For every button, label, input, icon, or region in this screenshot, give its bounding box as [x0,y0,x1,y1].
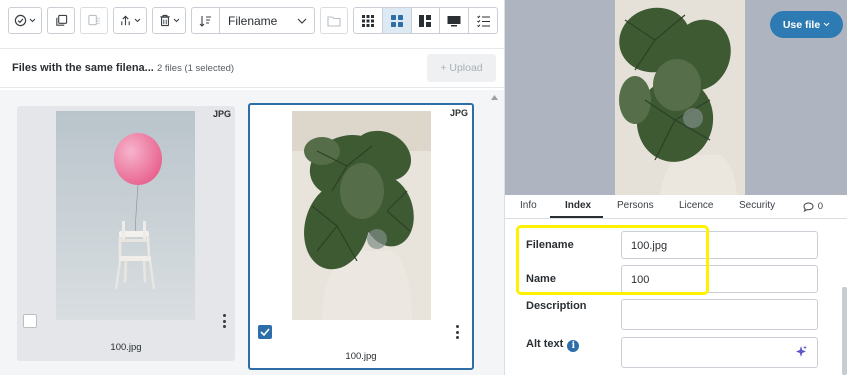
select-menu-button[interactable] [8,7,42,34]
file-checkbox-checked[interactable] [258,325,272,339]
delete-menu-button[interactable] [152,7,186,34]
select-frame-icon [88,14,100,26]
details-scrollbar[interactable] [842,287,847,375]
info-icon[interactable]: i [567,340,580,352]
chevron-down-icon [173,18,179,23]
more-options-icon[interactable] [221,314,227,328]
file-name: 100.jpg [110,342,142,353]
alt-text-field[interactable] [621,337,818,368]
masonry-icon [419,14,432,27]
name-label: Name [526,273,556,285]
sort-field-value: Filename [228,13,278,28]
monstera-plant-image [615,0,745,195]
sort-field-select[interactable]: Filename [220,8,314,33]
results-count: 2 files (1 selected) [157,63,235,74]
check-circle-icon [14,14,27,27]
results-info-bar: Files with the same filena... 2 files (1… [0,48,504,88]
filename-field[interactable]: 100.jpg [621,231,818,259]
name-field[interactable]: 100 [621,265,818,293]
select-area-button[interactable] [80,7,108,34]
copy-icon [55,14,67,26]
use-file-label: Use file [782,18,821,31]
comments-count: 0 [817,201,823,212]
balloon-chair-image [56,111,195,320]
file-checkbox[interactable] [23,314,37,328]
comment-icon [803,201,814,212]
preview-image [615,0,745,195]
folder-button[interactable] [320,7,348,34]
tab-info[interactable]: Info [520,200,537,211]
tab-licence[interactable]: Licence [679,200,713,211]
share-icon [121,15,130,26]
details-pane: Use file Info Index Persons Licence Secu… [504,0,847,375]
chevron-down-icon [823,22,830,27]
checkmark-icon [260,328,270,336]
file-grid: JPG 100.jpg JPG 100.jpg [0,90,504,375]
folder-icon [327,15,341,27]
duplicate-button[interactable] [47,7,75,34]
view-single-button[interactable] [440,8,470,33]
monitor-icon [447,15,461,26]
tab-index[interactable]: Index [565,200,591,211]
detail-tabs: Info Index Persons Licence Security 0 [505,195,847,219]
checklist-icon [476,14,490,27]
chevron-down-icon [29,18,36,23]
image-preview: Use file [505,0,847,195]
monstera-plant-image [292,111,431,320]
ai-sparkle-icon[interactable] [795,345,807,358]
view-mode-group [353,7,498,34]
index-form: Filename 100.jpg Name 100 Description Al… [505,220,847,375]
tab-persons[interactable]: Persons [617,200,654,211]
active-tab-indicator [550,216,603,218]
toolbar: Filename [0,0,504,42]
file-thumbnail [292,111,431,320]
grid-9-icon [361,14,374,27]
scroll-up-arrow-icon[interactable] [491,95,498,100]
file-card-selected[interactable]: JPG 100.jpg [248,103,474,370]
share-menu-button[interactable] [113,7,147,34]
sort-control: Filename [191,7,315,34]
file-browser-pane: Filename Files with the same filena... 2… [0,0,504,375]
upload-button[interactable]: + Upload [427,54,496,82]
chevron-down-icon [297,18,307,24]
view-small-grid-button[interactable] [354,8,383,33]
results-title: Files with the same filena... [12,62,154,74]
trash-icon [159,14,170,27]
file-type-badge: JPG [212,109,231,119]
view-large-grid-button[interactable] [382,8,412,33]
file-thumbnail [56,111,195,320]
more-options-icon[interactable] [454,325,460,339]
alt-text-label: Alt text i [526,338,580,352]
file-card[interactable]: JPG 100.jpg [17,106,235,361]
view-list-button[interactable] [469,8,497,33]
sort-direction-button[interactable] [192,8,220,33]
tab-security[interactable]: Security [739,200,775,211]
file-type-badge: JPG [449,108,468,118]
comments-button[interactable]: 0 [803,201,823,212]
grid-4-icon [390,14,403,27]
use-file-button[interactable]: Use file [770,11,843,38]
alt-text-label-text: Alt text [526,338,564,350]
description-field[interactable] [621,299,818,330]
chevron-down-icon [134,18,141,23]
view-masonry-button[interactable] [412,8,441,33]
sort-descending-icon [199,15,211,27]
filename-label: Filename [526,239,574,251]
file-name: 100.jpg [345,351,377,362]
description-label: Description [526,300,587,312]
